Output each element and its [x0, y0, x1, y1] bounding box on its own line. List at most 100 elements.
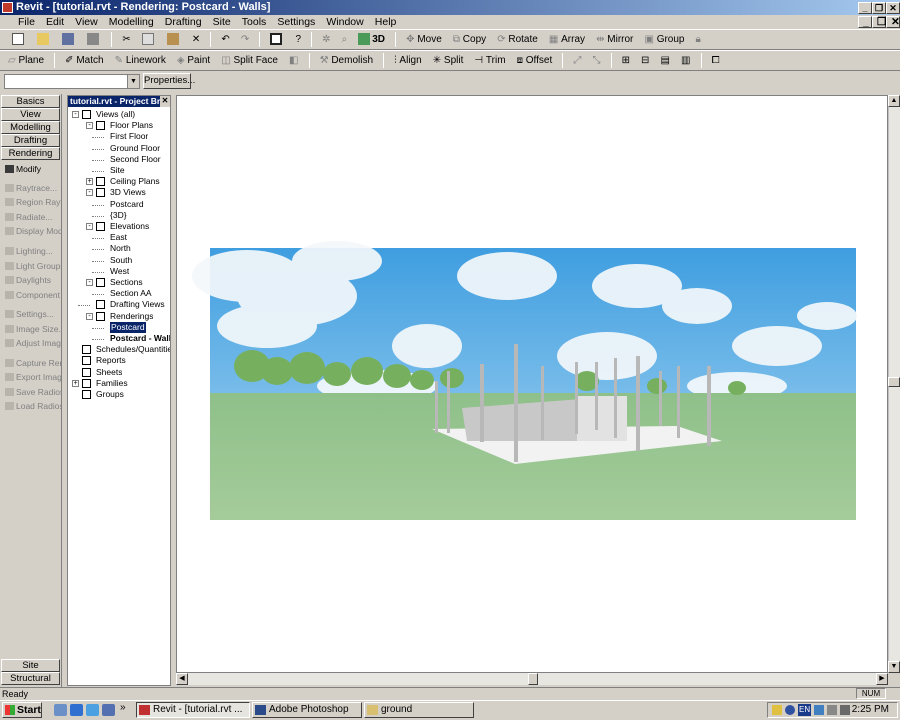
cut-icon[interactable]: ✂ [118, 30, 134, 49]
move-button[interactable]: ✥ Move [402, 30, 446, 49]
quicklaunch-outlook-icon[interactable] [86, 704, 99, 716]
match-button[interactable]: ✐ Match [61, 51, 107, 70]
cut-geometry-icon[interactable]: ◧ [285, 51, 302, 70]
window-title-bar[interactable]: Revit - [tutorial.rvt - Rendering: Postc… [0, 0, 900, 15]
zoom-icon[interactable]: ⌕ [338, 30, 352, 49]
tree-item[interactable]: East [110, 232, 127, 243]
collapse-icon[interactable]: - [86, 122, 93, 130]
menu-window[interactable]: Window [322, 15, 367, 29]
collapse-icon[interactable]: - [86, 312, 93, 320]
menu-tools[interactable]: Tools [238, 15, 271, 29]
collapse-icon[interactable]: - [86, 223, 93, 230]
tab-site[interactable]: Site [1, 659, 60, 672]
tray-pen-icon[interactable] [772, 705, 782, 715]
tree-item[interactable]: Floor Plans [110, 120, 153, 131]
radiate-tool[interactable]: Radiate... [2, 210, 62, 224]
vertical-scroll-thumb[interactable] [888, 377, 900, 387]
tree-item[interactable]: Second Floor [110, 154, 161, 165]
image-size-tool[interactable]: Image Size... [2, 322, 62, 336]
pick-icon[interactable]: ⧠ [708, 51, 724, 70]
quicklaunch-more-icon[interactable]: » [120, 702, 126, 713]
horizontal-scrollbar[interactable]: ◀ ▶ [176, 673, 888, 685]
tab-modelling[interactable]: Modelling [1, 121, 60, 134]
group-button[interactable]: ▣ Group [640, 30, 688, 49]
light-groups-tool[interactable]: Light Groups [2, 259, 62, 273]
scroll-left-icon[interactable]: ◀ [176, 673, 188, 685]
wall-join-icon[interactable]: ▤ [656, 51, 673, 70]
split-face-button[interactable]: ◫ Split Face [217, 51, 282, 70]
restore-button[interactable]: ❐ [872, 2, 886, 14]
hide-icon[interactable]: ⤢ [569, 51, 585, 70]
tab-rendering[interactable]: Rendering [1, 147, 60, 160]
linework-button[interactable]: ✎ Linework [111, 51, 170, 70]
tree-item[interactable]: Families [96, 378, 128, 389]
tree-item[interactable]: Postcard [110, 321, 146, 333]
quicklaunch-desktop-icon[interactable] [54, 704, 67, 716]
unhide-icon[interactable]: ⤡ [588, 51, 604, 70]
scroll-right-icon[interactable]: ▶ [876, 673, 888, 685]
project-browser-title[interactable]: tutorial.rvt - Project Browser [68, 96, 170, 107]
scroll-up-icon[interactable]: ▲ [888, 95, 900, 107]
paint-button[interactable]: ◈ Paint [173, 51, 214, 70]
paste-icon[interactable] [163, 30, 185, 49]
join-icon[interactable]: ⊞ [618, 51, 634, 70]
tab-basics[interactable]: Basics [1, 95, 60, 108]
menu-site[interactable]: Site [209, 15, 235, 29]
cope-icon[interactable]: ▥ [677, 51, 694, 70]
tree-item[interactable]: West [110, 266, 129, 277]
menu-edit[interactable]: Edit [42, 15, 68, 29]
capture-rendering-tool[interactable]: Capture Rendering [2, 356, 62, 370]
component-tool[interactable]: Component [2, 288, 62, 302]
tree-item[interactable]: Sheets [96, 367, 122, 378]
tree-item[interactable]: Section AA [110, 288, 152, 299]
tree-item[interactable]: First Floor [110, 131, 148, 142]
close-icon[interactable]: ✕ [160, 96, 170, 107]
taskbar-ground-button[interactable]: ground [364, 702, 474, 718]
quicklaunch-app-icon[interactable] [102, 704, 115, 716]
load-radiosity-tool[interactable]: Load Radiosity [2, 399, 62, 413]
tray-globe-icon[interactable] [785, 705, 795, 715]
copy-icon[interactable] [138, 30, 160, 49]
taskbar-revit-button[interactable]: Revit - [tutorial.rvt ... [136, 702, 250, 718]
thin-lines-icon[interactable] [266, 30, 288, 49]
adjust-image-tool[interactable]: Adjust Image [2, 336, 62, 350]
mirror-button[interactable]: ⇹ Mirror [592, 30, 637, 49]
tree-item[interactable]: Site [110, 165, 125, 176]
tree-item[interactable]: Schedules/Quantities [96, 344, 170, 355]
menu-settings[interactable]: Settings [273, 15, 319, 29]
print-icon[interactable] [83, 30, 105, 49]
tree-item[interactable]: Groups [96, 389, 124, 400]
unjoin-icon[interactable]: ⊟ [637, 51, 653, 70]
menu-view[interactable]: View [71, 15, 102, 29]
language-indicator[interactable]: EN [798, 704, 812, 716]
vertical-scrollbar[interactable]: ▲ ▼ [888, 95, 900, 673]
type-selector[interactable]: ▼ [4, 74, 140, 89]
chevron-down-icon[interactable]: ▼ [127, 75, 139, 88]
close-button[interactable]: ✕ [886, 2, 900, 14]
view-3d-button[interactable]: 3D [354, 30, 389, 49]
tree-item[interactable]: {3D} [110, 210, 127, 221]
display-mode-tool[interactable]: Display Mode [2, 224, 62, 238]
tab-structural[interactable]: Structural [1, 672, 60, 685]
region-raytrace-tool[interactable]: Region Raytrace [2, 195, 62, 209]
menu-drafting[interactable]: Drafting [161, 15, 206, 29]
raytrace-tool[interactable]: Raytrace... [2, 181, 62, 195]
collapse-icon[interactable]: - [86, 189, 93, 197]
daylights-tool[interactable]: Daylights [2, 273, 62, 287]
copy-button[interactable]: ⧉ Copy [449, 30, 490, 49]
doc-minimize-button[interactable]: _ [858, 16, 872, 28]
tree-item[interactable]: Ceiling Plans [110, 176, 160, 187]
horizontal-scroll-thumb[interactable] [528, 673, 538, 685]
tab-drafting[interactable]: Drafting [1, 134, 60, 147]
expand-icon[interactable]: + [86, 178, 93, 186]
tree-item[interactable]: Sections [110, 277, 143, 288]
start-button[interactable]: Start [2, 702, 42, 718]
tab-view[interactable]: View [1, 108, 60, 121]
new-icon[interactable] [0, 30, 30, 49]
tree-item[interactable]: Drafting Views [110, 299, 165, 310]
export-image-tool[interactable]: Export Image [2, 370, 62, 384]
expand-icon[interactable]: + [72, 379, 79, 387]
undo-icon[interactable]: ↶ [217, 30, 233, 49]
tree-item[interactable]: South [110, 255, 132, 266]
save-radiosity-tool[interactable]: Save Radiosity [2, 385, 62, 399]
